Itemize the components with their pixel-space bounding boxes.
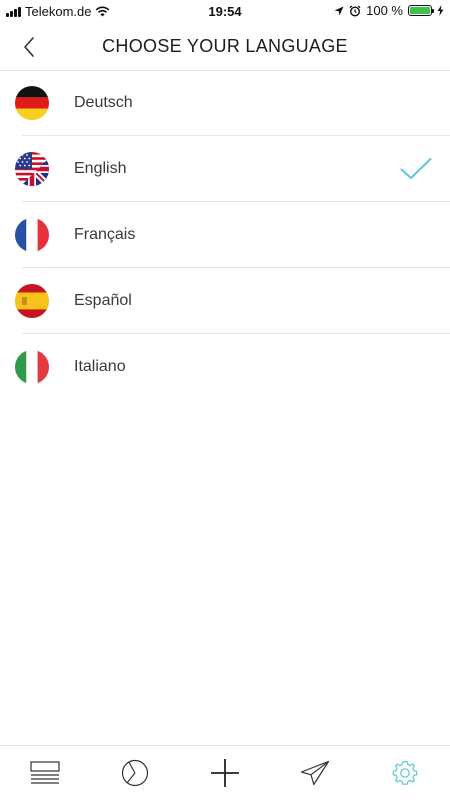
language-label: Italiano <box>74 358 126 375</box>
battery-percent: 100 % <box>366 3 403 18</box>
france-flag-icon <box>15 218 49 252</box>
language-item-espanol[interactable]: Español <box>0 268 450 334</box>
language-item-francais[interactable]: Français <box>0 202 450 268</box>
tab-bar <box>0 745 450 800</box>
page-title: CHOOSE YOUR LANGUAGE <box>102 36 348 56</box>
location-arrow-icon <box>334 6 344 15</box>
language-item-italiano[interactable]: Italiano <box>0 334 450 400</box>
tab-list[interactable] <box>15 746 75 800</box>
list-icon <box>30 761 60 784</box>
battery-icon <box>408 5 434 16</box>
language-list: Deutsch English Français Español Italian… <box>0 70 450 400</box>
pie-chart-icon <box>121 759 149 787</box>
language-label: Español <box>74 292 132 309</box>
alarm-icon <box>349 5 361 17</box>
tab-add[interactable] <box>195 746 255 800</box>
italy-flag-icon <box>15 350 49 384</box>
language-label: Français <box>74 226 136 243</box>
tab-send[interactable] <box>285 746 345 800</box>
language-item-english[interactable]: English <box>0 136 450 202</box>
tab-statistics[interactable] <box>105 746 165 800</box>
battery-fill <box>410 7 430 14</box>
language-label: English <box>74 160 127 177</box>
header: CHOOSE YOUR LANGUAGE <box>0 24 450 71</box>
language-item-deutsch[interactable]: Deutsch <box>0 70 450 136</box>
charging-bolt-icon <box>437 5 444 16</box>
gear-icon <box>392 760 418 785</box>
plus-icon <box>211 759 239 787</box>
send-icon <box>300 760 330 786</box>
usa-uk-flag-icon <box>15 152 49 186</box>
status-right: 100 % <box>334 3 444 18</box>
status-bar: Telekom.de 19:54 100 % <box>0 0 450 24</box>
spain-flag-icon <box>15 284 49 318</box>
tab-settings[interactable] <box>375 746 435 800</box>
germany-flag-icon <box>15 86 49 120</box>
language-label: Deutsch <box>74 94 133 111</box>
checkmark-icon <box>400 158 432 179</box>
